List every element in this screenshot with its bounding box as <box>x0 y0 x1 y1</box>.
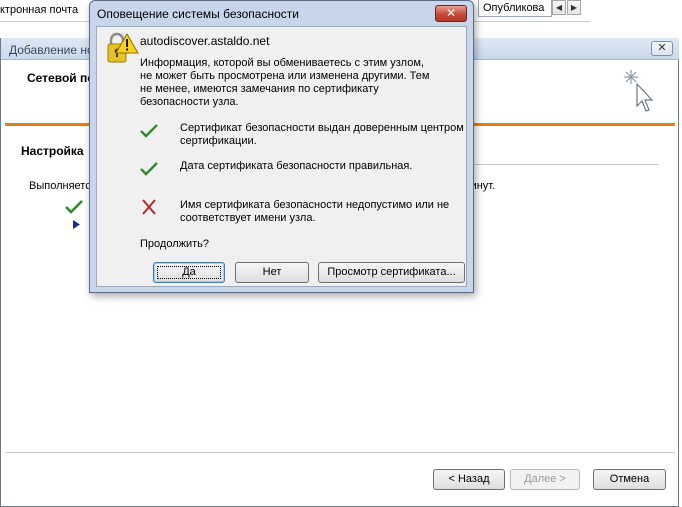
wizard-close-button[interactable]: ✕ <box>651 41 673 56</box>
background-mail-label: ктронная почта <box>0 4 79 16</box>
checkmark-icon <box>140 124 158 138</box>
cursor-sparkle-icon <box>624 70 654 112</box>
step-checkmark-icon <box>65 200 83 214</box>
footer-divider <box>5 452 675 453</box>
cert-check-date-text: Дата сертификата безопасности правильная… <box>180 160 413 172</box>
view-certificate-button[interactable]: Просмотр сертификата... <box>318 262 465 283</box>
dialog-host: autodiscover.astaldo.net <box>140 34 270 48</box>
settings-title: Настройка <box>21 144 84 158</box>
wizard-title: Добавление но <box>9 43 94 57</box>
dialog-content: autodiscover.astaldo.net Информация, кот… <box>96 26 467 287</box>
back-button[interactable]: < Назад <box>433 469 505 490</box>
dialog-title: Оповещение системы безопасности <box>97 7 299 21</box>
cert-check-trusted-ca-text: Сертификат безопасности выдан доверенным… <box>180 122 464 147</box>
dialog-info-text: Информация, которой вы обмениваетесь с э… <box>140 57 430 108</box>
red-x-icon <box>142 199 156 215</box>
checkmark-icon <box>140 162 158 176</box>
arrow-right-icon[interactable]: ▶ <box>567 0 581 15</box>
yes-button[interactable]: Да <box>153 262 225 283</box>
dialog-close-button[interactable]: ✕ <box>435 5 467 22</box>
security-lock-warning-icon <box>107 32 139 63</box>
continue-question: Продолжить? <box>140 238 210 250</box>
background-published-tab[interactable]: Опубликова <box>478 0 552 17</box>
step-current-arrow-icon <box>73 220 80 229</box>
cancel-button[interactable]: Отмена <box>593 469 666 490</box>
security-alert-dialog: Оповещение системы безопасности ✕ autodi… <box>89 0 474 293</box>
executing-status-text: Выполняется <box>29 180 97 192</box>
cert-check-name-text: Имя сертификата безопасности недопустимо… <box>180 199 450 224</box>
wizard-header-title: Сетевой по <box>27 71 95 85</box>
next-button[interactable]: Далее > <box>510 469 580 490</box>
arrow-left-icon[interactable]: ◀ <box>552 0 566 15</box>
no-button[interactable]: Нет <box>235 262 309 283</box>
